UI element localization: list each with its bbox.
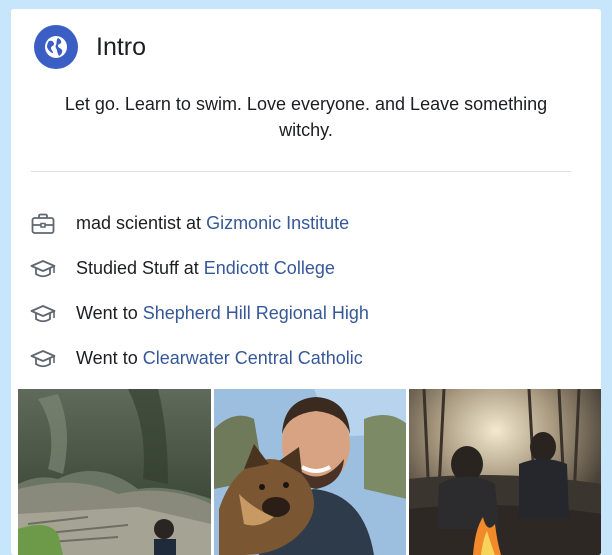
detail-college: Studied Stuff at Endicott College xyxy=(30,246,590,291)
detail-work-prefix: mad scientist at xyxy=(76,213,202,233)
detail-college-prefix: Studied Stuff at xyxy=(76,258,199,278)
briefcase-icon xyxy=(30,212,56,236)
intro-title: Intro xyxy=(96,32,147,61)
photo-selfie-dog[interactable] xyxy=(213,389,407,555)
detail-catholic-school-link[interactable]: Clearwater Central Catholic xyxy=(143,348,363,369)
bio-text: Let go. Learn to swim. Love everyone. an… xyxy=(64,94,548,140)
divider xyxy=(31,171,571,172)
photo-campfire[interactable] xyxy=(409,389,601,555)
detail-catholic-school: Went to Clearwater Central Catholic xyxy=(30,336,590,381)
detail-work: mad scientist at Gizmonic Institute xyxy=(30,201,590,246)
intro-header: Intro xyxy=(34,25,146,69)
detail-work-link[interactable]: Gizmonic Institute xyxy=(206,213,349,234)
graduation-cap-icon xyxy=(30,347,56,371)
intro-details-list: mad scientist at Gizmonic Institute Stud… xyxy=(30,201,590,381)
graduation-cap-icon xyxy=(30,257,56,281)
detail-highschool-prefix: Went to xyxy=(76,303,138,323)
detail-catholic-school-prefix: Went to xyxy=(76,348,138,368)
photo-grid xyxy=(18,389,601,555)
globe-icon xyxy=(34,25,78,69)
detail-highschool-link[interactable]: Shepherd Hill Regional High xyxy=(143,303,369,324)
graduation-cap-icon xyxy=(30,302,56,326)
photo-ruins[interactable] xyxy=(18,389,211,555)
detail-college-link[interactable]: Endicott College xyxy=(204,258,335,279)
intro-card: Intro Let go. Learn to swim. Love everyo… xyxy=(11,9,601,555)
detail-highschool: Went to Shepherd Hill Regional High xyxy=(30,291,590,336)
